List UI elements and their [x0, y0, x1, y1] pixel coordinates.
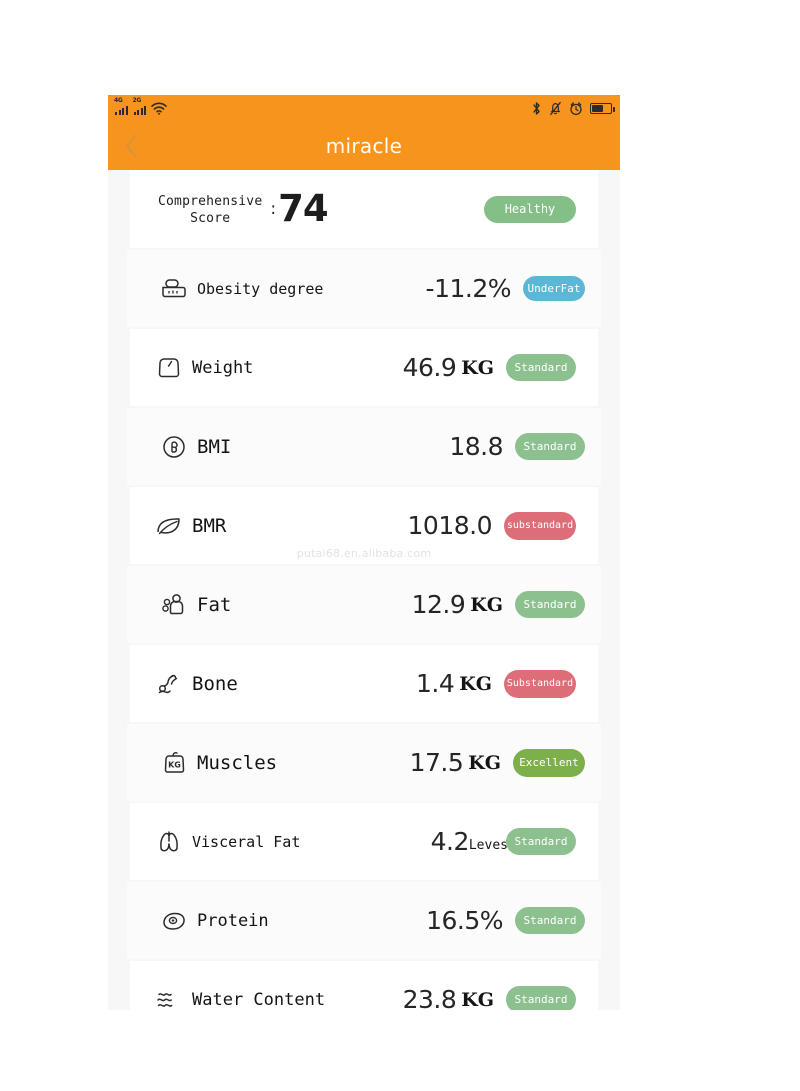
score-value: 74 [278, 187, 328, 230]
status-badge: Substandard [504, 669, 576, 698]
status-badge: Standard [515, 433, 585, 460]
obesity-scale-icon [157, 274, 191, 304]
visceral-fat-lungs-icon [152, 827, 186, 857]
weight-scale-icon [152, 353, 186, 383]
battery-icon [590, 102, 615, 114]
signal-4g-icon: 4G [114, 97, 128, 115]
metrics-list[interactable]: Comprehensive Score : 74 Healthy Obesity… [108, 170, 620, 1010]
fat-icon [157, 590, 191, 620]
metric-row-muscles[interactable]: KG Muscles 17.5 KG Excellent [127, 724, 601, 801]
score-label-line2: Score [190, 211, 231, 226]
nav-bar: miracle [108, 121, 620, 170]
signal-4g-label: 4G [114, 97, 123, 104]
svg-text:KG: KG [168, 760, 181, 769]
comprehensive-score-card[interactable]: Comprehensive Score : 74 Healthy [130, 170, 598, 248]
score-label-line1: Comprehensive [158, 194, 263, 209]
metric-unit: KG [459, 672, 492, 695]
protein-icon [157, 906, 191, 936]
metric-row-bmi[interactable]: BMI 18.8 Standard [127, 408, 601, 485]
metric-unit: KG [468, 751, 501, 774]
status-badge: Standard [506, 354, 576, 381]
metric-row-obesity-degree[interactable]: Obesity degree -11.2% UnderFat [127, 250, 601, 327]
signal-2g-icon: 2G [133, 97, 146, 115]
metric-unit: Leves [468, 838, 508, 853]
metric-value: 12.9 [411, 590, 466, 619]
metric-label: Protein [197, 910, 269, 931]
metric-value: 1.4 [415, 669, 455, 698]
metric-row-weight[interactable]: Weight 46.9 KG Standard [130, 329, 598, 406]
metric-value: 46.9 [402, 353, 457, 382]
metric-row-visceral-fat[interactable]: Visceral Fat 4.2 Leves Standard [130, 803, 598, 880]
metric-label: Water Content [192, 989, 326, 1010]
alarm-clock-icon [569, 101, 583, 116]
score-label: Comprehensive Score [158, 191, 262, 227]
metric-value: -11.2% [425, 274, 512, 303]
metric-unit: KG [461, 356, 494, 379]
metric-label: Bone [192, 672, 238, 695]
status-badge: Standard [506, 986, 576, 1010]
metric-label: BMI [197, 435, 232, 458]
signal-2g-label: 2G [132, 97, 142, 104]
metric-row-fat[interactable]: Fat 12.9 KG Standard [127, 566, 601, 643]
metric-row-water-content[interactable]: Water Content 23.8 KG Standard [130, 961, 598, 1010]
metric-unit: KG [461, 988, 494, 1011]
metric-value: 18.8 [449, 432, 503, 461]
metric-row-bone[interactable]: Bone 1.4 KG Substandard [130, 645, 598, 722]
metric-row-protein[interactable]: Protein 16.5% Standard [127, 882, 601, 959]
page-title: miracle [325, 133, 403, 158]
status-bar: 4G 2G [108, 95, 620, 121]
metric-label: Obesity degree [197, 279, 324, 298]
status-right-icons [531, 101, 615, 116]
phone-screen: 4G 2G miracle Comprehensive Score: 74 H… [108, 95, 620, 1010]
status-left-icons: 4G 2G [114, 97, 167, 115]
status-badge: UnderFat [523, 276, 585, 301]
metric-value: 4.2 [430, 827, 470, 856]
metric-value: 23.8 [402, 985, 457, 1010]
metric-row-bmr[interactable]: BMR 1018.0 substandard putai68.en.alibab… [130, 487, 598, 564]
metric-label: Weight [192, 357, 254, 378]
wifi-icon [151, 102, 167, 115]
metric-label: Fat [197, 593, 232, 616]
bone-icon [152, 669, 186, 699]
score-colon: : [270, 199, 277, 219]
metric-label: Muscles [197, 751, 278, 774]
status-badge: Standard [515, 591, 585, 618]
metric-value: 1018.0 [407, 511, 493, 540]
metric-value: 16.5% [426, 906, 503, 935]
water-waves-icon [152, 985, 186, 1011]
bmi-icon [157, 432, 191, 462]
muscle-kg-icon: KG [157, 748, 191, 778]
metric-unit: KG [470, 593, 503, 616]
status-badge: Standard [506, 828, 576, 855]
status-badge: substandard [504, 511, 576, 540]
status-badge: Healthy [484, 195, 576, 223]
status-badge: Standard [515, 907, 585, 934]
bmr-leaf-icon [152, 511, 186, 541]
bell-muted-icon [549, 101, 562, 116]
watermark: putai68.en.alibaba.com [296, 547, 432, 560]
metric-label: BMR [192, 514, 227, 537]
metric-label: Visceral Fat [192, 832, 301, 851]
status-badge: Excellent [513, 748, 585, 777]
bluetooth-icon [531, 101, 542, 116]
metric-value: 17.5 [409, 748, 464, 777]
